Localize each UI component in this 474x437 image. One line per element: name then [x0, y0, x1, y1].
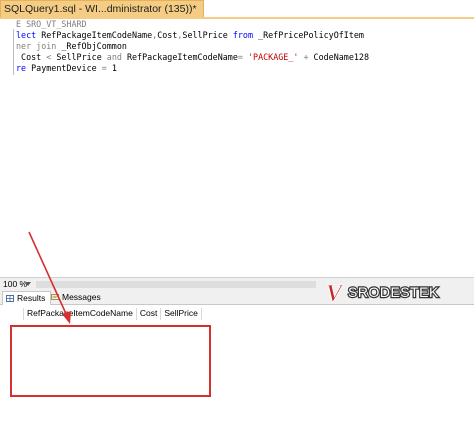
code-token: CodeName128: [308, 52, 370, 62]
code-line: ner join _RefObjCommon: [16, 41, 369, 52]
tab-messages[interactable]: Messages: [48, 291, 106, 305]
chevron-down-icon[interactable]: [25, 282, 31, 286]
tab-results[interactable]: Results: [2, 291, 52, 305]
code-token: RefPackageItemCodeName: [41, 30, 153, 40]
code-token: ner join: [16, 41, 57, 51]
code-token: and: [106, 52, 122, 62]
code-token: _RefObjCommon: [56, 41, 127, 51]
code-token: 'PACKAGE_': [248, 52, 299, 62]
code-lines: E SRO_VT_SHARD lect RefPackageItemCodeNam…: [16, 19, 369, 74]
code-token: SellPrice: [182, 30, 233, 40]
grid-header-row: RefPackageItemCodeName Cost SellPrice: [2, 308, 202, 320]
annotation-highlight-box: [10, 325, 211, 397]
code-token: from: [232, 30, 254, 40]
code-token: _RefPricePolicyOfItem: [253, 30, 364, 40]
code-token: RefPackageItemCodeName: [121, 52, 238, 62]
code-line: Cost < SellPrice and RefPackageItemCodeN…: [16, 52, 369, 63]
tab-messages-label: Messages: [62, 292, 101, 302]
code-line: lect RefPackageItemCodeName,Cost,SellPri…: [16, 30, 369, 41]
message-icon: [51, 294, 59, 300]
code-token: Cost: [16, 52, 47, 62]
code-line: E SRO_VT_SHARD: [16, 19, 369, 30]
grid-icon: [6, 295, 14, 302]
watermark-letter: V: [326, 281, 344, 306]
grid-column-header[interactable]: Cost: [137, 308, 162, 320]
query-editor[interactable]: E SRO_VT_SHARD lect RefPackageItemCodeNam…: [0, 19, 474, 277]
code-token: PaymentDevice: [26, 63, 102, 73]
code-token: 1: [106, 63, 117, 73]
outline-collapse-line: [13, 29, 14, 75]
document-tab-strip: SQLQuery1.sql - WI...dministrator (135))…: [0, 0, 474, 17]
code-token: Cost: [157, 30, 178, 40]
document-tab[interactable]: SQLQuery1.sql - WI...dministrator (135))…: [0, 0, 204, 17]
code-token: SellPrice: [51, 52, 107, 62]
code-token: lect: [16, 30, 42, 40]
tab-results-label: Results: [17, 293, 46, 303]
code-token: re: [16, 63, 27, 73]
grid-column-header[interactable]: RefPackageItemCodeName: [24, 308, 137, 320]
grid-column-header[interactable]: SellPrice: [161, 308, 202, 320]
grid-corner-cell[interactable]: [2, 308, 24, 320]
horizontal-scrollbar[interactable]: [36, 281, 316, 288]
zoom-level[interactable]: 100 %: [3, 278, 27, 290]
code-line: re PaymentDevice = 1: [16, 63, 369, 74]
code-token: E SRO_VT_SHARD: [16, 19, 87, 29]
watermark-text: SRODESTEK: [348, 284, 439, 300]
srodestek-watermark-logo: V SRODESTEK: [326, 281, 440, 306]
